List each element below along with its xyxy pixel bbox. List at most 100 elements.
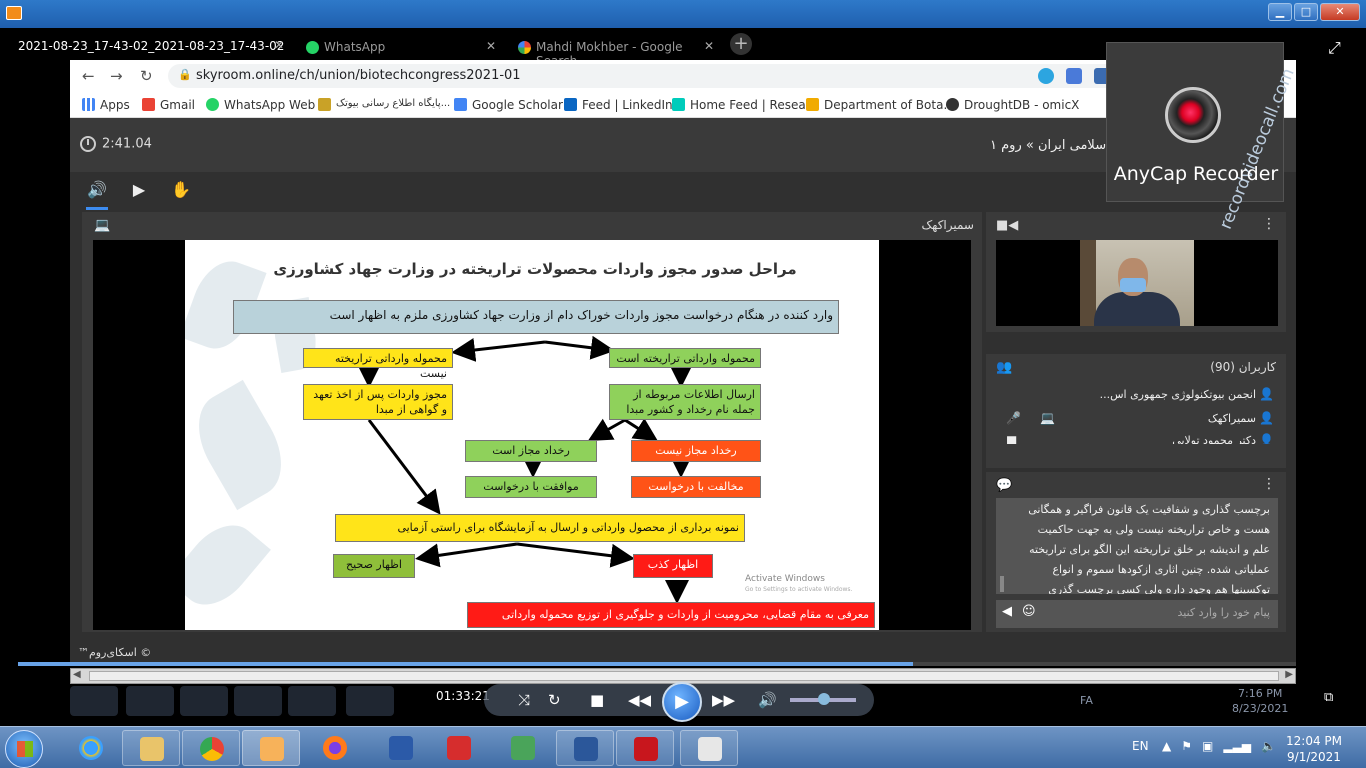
- scroll-thumb[interactable]: [89, 671, 1279, 681]
- firefox-icon: [323, 736, 347, 760]
- taskbar-firefox[interactable]: [306, 730, 364, 766]
- google-icon: [518, 41, 531, 54]
- fullscreen-icon[interactable]: ⧉: [1324, 690, 1333, 705]
- pdf-tool-icon: [447, 736, 471, 760]
- bookmark-apps[interactable]: Apps: [82, 98, 130, 112]
- taskbar-acrobat[interactable]: [616, 730, 674, 766]
- volume-knob[interactable]: [818, 693, 830, 705]
- chat-scrollbar[interactable]: [1000, 576, 1004, 592]
- close-tab-icon[interactable]: ✕: [704, 39, 714, 53]
- scroll-left-icon[interactable]: ◀: [73, 669, 81, 680]
- flow-step-send-info: ارسال اطلاعات مربوطه از جمله نام رخداد و…: [609, 384, 761, 420]
- bookmark-droughtdb[interactable]: DroughtDB - omicX: [946, 98, 1079, 112]
- media-icon[interactable]: ▶: [128, 180, 150, 202]
- usb-icon[interactable]: ▣: [1202, 739, 1213, 753]
- omicx-icon: [946, 98, 959, 111]
- next-icon[interactable]: ▶▶: [712, 691, 735, 709]
- speaker-tray-icon[interactable]: 🔈: [1261, 739, 1276, 753]
- taskbar-word[interactable]: [556, 730, 614, 766]
- close-button[interactable]: ✕: [1320, 3, 1360, 21]
- taskbar-media-player[interactable]: [242, 730, 300, 766]
- chrome-icon: [200, 737, 224, 761]
- bookmark-whatsapp-web[interactable]: WhatsApp Web: [206, 98, 315, 112]
- close-tab-icon[interactable]: ✕: [486, 39, 496, 53]
- microphone-icon: 🎤: [1006, 411, 1021, 425]
- flow-step-false: اظهار کذب: [633, 554, 713, 578]
- previous-icon[interactable]: ◀◀: [628, 691, 651, 709]
- screen-share-icon: 💻: [94, 218, 111, 233]
- flow-step-penalty: معرفی به مقام قضایی، محرومیت از واردات و…: [467, 602, 875, 628]
- camera-menu-icon[interactable]: ⋮: [1262, 216, 1276, 232]
- whatsapp-icon: [306, 41, 319, 54]
- send-icon[interactable]: ◀: [1002, 604, 1012, 619]
- raise-hand-icon[interactable]: ✋: [170, 180, 192, 202]
- session-timer: 2:41.04: [80, 136, 152, 152]
- taskbar: EN ▲ ⚑ ▣ ▂▃▅ 🔈 12:04 PM 9/1/2021: [0, 726, 1366, 768]
- taskbar-connect[interactable]: [494, 730, 552, 766]
- bookmark-gmail[interactable]: Gmail: [142, 98, 195, 112]
- minimize-button[interactable]: ▁: [1268, 3, 1292, 21]
- users-title: کاربران (90): [1210, 360, 1276, 374]
- show-hidden-icons-icon[interactable]: ▲: [1162, 739, 1171, 753]
- camera-lens-icon: [1165, 87, 1221, 143]
- researchgate-icon: [672, 98, 685, 111]
- new-tab-button[interactable]: +: [730, 33, 752, 55]
- ucr-icon: [806, 98, 819, 111]
- linkedin-icon: [564, 98, 577, 111]
- emoji-icon[interactable]: ☺: [1022, 604, 1036, 619]
- bookmark-linkedin[interactable]: Feed | LinkedIn: [564, 98, 673, 112]
- seek-bar[interactable]: [18, 662, 1296, 666]
- taskbar-explorer[interactable]: [122, 730, 180, 766]
- speaker-icon[interactable]: 🔊: [86, 180, 108, 210]
- user-row[interactable]: 👤 سمیراکهک 🎤 💻: [996, 408, 1278, 430]
- recording-tab-close-icon[interactable]: ✕: [274, 38, 284, 52]
- slide: مراحل صدور مجوز واردات محصولات تراریخته …: [185, 240, 879, 630]
- forward-arrow-icon[interactable]: →: [110, 67, 123, 85]
- chat-input[interactable]: ◀ ☺ پیام خود را وارد کنید: [996, 600, 1278, 628]
- word-icon: [574, 737, 598, 761]
- url-field[interactable]: 🔒 skyroom.online/ch/union/biotechcongres…: [168, 64, 1188, 88]
- tab-whatsapp[interactable]: WhatsApp ✕: [302, 36, 502, 60]
- taskbar-clock[interactable]: 12:04 PM 9/1/2021: [1286, 733, 1342, 765]
- taskbar-ie[interactable]: [62, 730, 120, 766]
- ghost-ie-icon: [126, 686, 174, 716]
- taskbar-network-tool[interactable]: [372, 730, 430, 766]
- webcam-view: [996, 240, 1278, 326]
- user-row[interactable]: 👤 دکتر محمود تولایی ■: [996, 430, 1278, 444]
- bookmark-researchgate[interactable]: Home Feed | Resea...: [672, 98, 817, 112]
- shuffle-icon[interactable]: ⤨: [518, 691, 530, 709]
- network-icon[interactable]: ▂▃▅: [1223, 739, 1251, 753]
- chat-messages: برچسب گذاری و شفافیت یک قانون فراگیر و ه…: [996, 498, 1278, 594]
- reload-icon[interactable]: ↻: [140, 67, 153, 85]
- action-center-icon[interactable]: ⚑: [1181, 739, 1192, 753]
- scholar-icon: [454, 98, 467, 111]
- chat-menu-icon[interactable]: ⋮: [1262, 476, 1276, 492]
- scroll-right-icon[interactable]: ▶: [1285, 669, 1293, 680]
- maximize-button[interactable]: □: [1294, 3, 1318, 21]
- camera-panel: ■◀ ⋮: [986, 212, 1286, 332]
- back-arrow-icon[interactable]: ←: [82, 67, 95, 85]
- play-button[interactable]: ▶: [662, 682, 702, 722]
- bookmark-ucr[interactable]: Department of Bota...: [806, 98, 955, 112]
- bookmark-google-scholar[interactable]: Google Scholar: [454, 98, 563, 112]
- taskbar-java[interactable]: [680, 730, 738, 766]
- explorer-icon: [140, 737, 164, 761]
- user-row[interactable]: 👤 انجمن بیوتکنولوژی جمهوری اس...: [996, 384, 1278, 406]
- translate-extension-icon[interactable]: [1066, 68, 1082, 84]
- bookmark-biotech-site[interactable]: پایگاه اطلاع رسانی بیوتک...: [318, 98, 450, 111]
- activate-windows-hint: Go to Settings to activate Windows.: [745, 586, 853, 593]
- language-indicator[interactable]: EN: [1132, 739, 1149, 753]
- player-app-icon: [6, 6, 22, 20]
- telegram-extension-icon[interactable]: [1038, 68, 1054, 84]
- taskbar-pdf-tool[interactable]: [430, 730, 488, 766]
- fullscreen-grid-icon[interactable]: ⤢: [1328, 38, 1341, 58]
- taskbar-chrome[interactable]: [182, 730, 240, 766]
- flow-step-is-gm: محموله وارداتی تراریخته است: [609, 348, 761, 368]
- stop-icon[interactable]: ■: [590, 691, 604, 709]
- ghost-tray-lang: FA: [1080, 694, 1093, 707]
- volume-icon[interactable]: 🔊: [758, 691, 777, 709]
- start-button[interactable]: [5, 730, 43, 768]
- flow-step-sampling: نمونه برداری از محصول وارداتی و ارسال به…: [335, 514, 745, 542]
- repeat-icon[interactable]: ↻: [548, 691, 561, 709]
- tab-google-search[interactable]: Mahdi Mokhber - Google Search ✕: [514, 36, 720, 68]
